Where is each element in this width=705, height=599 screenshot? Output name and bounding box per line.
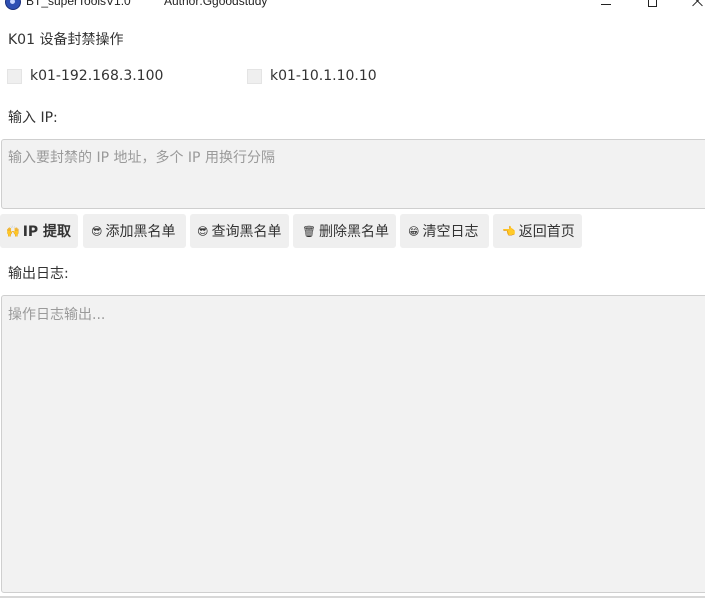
device-label: k01-192.168.3.100 (30, 68, 164, 84)
device-checkbox-1[interactable]: k01-192.168.3.100 (7, 68, 163, 84)
divider (0, 596, 705, 598)
log-output-area[interactable]: 操作日志输出... (1, 295, 705, 593)
delete-blacklist-button[interactable]: 🗑 删除黑名单 (293, 214, 396, 248)
trash-icon: 🗑 (302, 224, 316, 238)
section-title: K01 设备封禁操作 (8, 32, 124, 48)
add-blacklist-button[interactable]: 😎 添加黑名单 (83, 214, 186, 248)
button-label: 返回首页 (518, 224, 575, 240)
sunglasses-icon: 😎 (91, 224, 103, 238)
main-window: BT_superToolsV1.0 Author:Ggoodstudy K01 … (0, 0, 705, 599)
device-checkbox-2[interactable]: k01-10.1.10.10 (247, 68, 377, 84)
maximize-icon (647, 0, 657, 7)
close-button[interactable] (678, 0, 705, 11)
button-label: IP 提取 (22, 224, 72, 240)
button-label: 添加黑名单 (105, 224, 176, 240)
ip-input-placeholder: 输入要封禁的 IP 地址，多个 IP 用换行分隔 (8, 150, 275, 166)
log-placeholder: 操作日志输出... (8, 307, 106, 323)
minimize-icon (601, 3, 611, 5)
button-label: 清空日志 (422, 224, 479, 240)
button-label: 删除黑名单 (318, 224, 389, 240)
grin-icon: 😁 (408, 224, 420, 238)
app-logo-icon (5, 0, 21, 10)
author-text: Author:Ggoodstudy (164, 0, 268, 8)
back-home-button[interactable]: 👈 返回首页 (493, 214, 582, 248)
minimize-button[interactable] (586, 0, 626, 11)
title-bar: BT_superToolsV1.0 Author:Ggoodstudy (0, 0, 705, 11)
pointing-hand-icon: 👈 (502, 224, 516, 238)
query-blacklist-button[interactable]: 😎 查询黑名单 (190, 214, 289, 248)
maximize-button[interactable] (632, 0, 672, 11)
clear-log-button[interactable]: 😁 清空日志 (400, 214, 489, 248)
checkbox[interactable] (247, 68, 262, 84)
button-label: 查询黑名单 (211, 224, 282, 240)
ip-input[interactable]: 输入要封禁的 IP 地址，多个 IP 用换行分隔 (1, 139, 705, 209)
sunglasses-icon: 😎 (197, 224, 209, 238)
checkbox[interactable] (7, 68, 22, 84)
log-label: 输出日志: (8, 266, 69, 282)
close-icon (692, 0, 704, 7)
ip-input-label: 输入 IP: (8, 110, 58, 126)
raised-hands-icon: 🙌 (6, 224, 20, 238)
window-title: BT_superToolsV1.0 (26, 0, 131, 8)
ip-extract-button[interactable]: 🙌 IP 提取 (0, 214, 78, 248)
device-label: k01-10.1.10.10 (270, 68, 377, 84)
